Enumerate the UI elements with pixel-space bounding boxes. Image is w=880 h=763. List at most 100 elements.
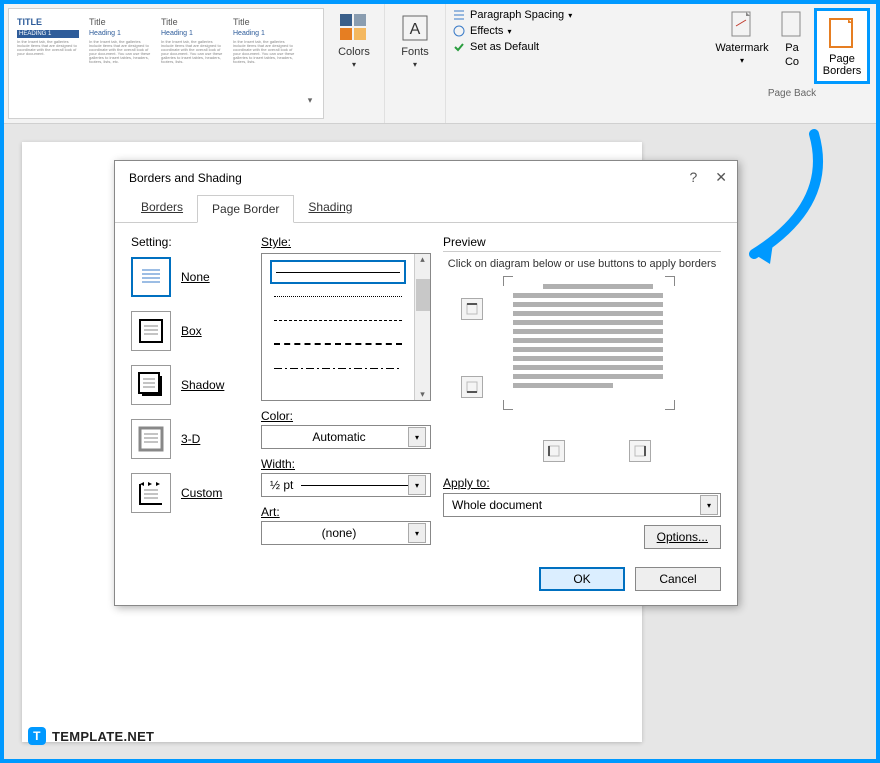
- document-formatting-gallery[interactable]: TITLE HEADING 1 In the Insert tab, the g…: [8, 8, 324, 119]
- page-color-icon: [776, 8, 808, 40]
- fonts-icon: A: [399, 12, 431, 44]
- setting-none-icon: [131, 257, 171, 297]
- art-select[interactable]: (none) ▾: [261, 521, 431, 545]
- preview-canvas[interactable]: [443, 280, 721, 470]
- preview-column: Preview Click on diagram below or use bu…: [443, 235, 721, 549]
- gallery-more-button[interactable]: ▾: [301, 15, 319, 112]
- style-list[interactable]: ▴ ▾: [261, 253, 431, 401]
- page-background-group-label: Page Back: [768, 88, 816, 99]
- color-label: Color:: [261, 409, 431, 423]
- border-left-button[interactable]: [543, 440, 565, 462]
- fonts-label: Fonts: [401, 46, 429, 58]
- preview-label: Preview: [443, 235, 721, 252]
- width-select[interactable]: ½ pt ▾: [261, 473, 431, 497]
- width-preview-line: [301, 485, 408, 486]
- chevron-down-icon: ▾: [568, 11, 572, 20]
- page-borders-icon: [824, 15, 860, 51]
- apply-to-row: Apply to: Whole document ▾: [443, 476, 721, 517]
- dialog-tabs: Borders Page Border Shading: [115, 194, 737, 223]
- svg-text:A: A: [410, 21, 421, 38]
- setting-none[interactable]: None: [131, 257, 249, 297]
- border-top-button[interactable]: [461, 298, 483, 320]
- setting-shadow[interactable]: Shadow: [131, 365, 249, 405]
- watermark-icon: [726, 8, 758, 40]
- style-dash-dot[interactable]: [270, 356, 406, 380]
- apply-to-label: Apply to:: [443, 476, 721, 490]
- check-icon: [452, 40, 466, 54]
- setting-box[interactable]: Box: [131, 311, 249, 351]
- style-thumb[interactable]: Title Heading 1 In the Insert tab, the g…: [157, 15, 227, 93]
- color-select[interactable]: Automatic ▾: [261, 425, 431, 449]
- preview-page[interactable]: [513, 284, 663, 404]
- document-formatting-options: Paragraph Spacing ▾ Effects ▾ Set as Def…: [446, 4, 578, 123]
- template-net-icon: T: [28, 727, 46, 745]
- style-thumb[interactable]: Title Heading 1 In the Insert tab, the g…: [229, 15, 299, 93]
- options-button[interactable]: Options...: [644, 525, 721, 549]
- paragraph-spacing-icon: [452, 8, 466, 22]
- page-color-button[interactable]: Pa Co: [776, 8, 808, 84]
- style-scrollbar[interactable]: ▴ ▾: [414, 254, 430, 400]
- fonts-group: A Fonts ▾: [385, 4, 446, 123]
- borders-and-shading-dialog: Borders and Shading ? ✕ Borders Page Bor…: [114, 160, 738, 606]
- dialog-title: Borders and Shading: [129, 171, 689, 185]
- template-net-watermark: T TEMPLATE.NET: [28, 727, 154, 745]
- setting-custom-icon: [131, 473, 171, 513]
- tab-shading[interactable]: Shading: [294, 194, 366, 222]
- chevron-down-icon: ▾: [408, 523, 426, 543]
- style-dotted[interactable]: [270, 284, 406, 308]
- page-background-group: Watermark ▾ Pa Co Page Borders Page Back: [708, 4, 876, 123]
- page-borders-button[interactable]: Page Borders: [814, 8, 870, 84]
- setting-3d[interactable]: 3-D: [131, 419, 249, 459]
- corner-mark: [503, 400, 513, 410]
- chevron-down-icon: ▾: [352, 60, 356, 69]
- effects-icon: [452, 24, 466, 38]
- ok-button[interactable]: OK: [539, 567, 625, 591]
- set-as-default-button[interactable]: Set as Default: [452, 40, 572, 54]
- chevron-down-icon: ▾: [700, 495, 718, 515]
- dialog-footer: OK Cancel: [115, 557, 737, 605]
- tab-page-border[interactable]: Page Border: [197, 195, 294, 223]
- tab-borders[interactable]: Borders: [127, 194, 197, 222]
- border-right-button[interactable]: [629, 440, 651, 462]
- art-field: Art: (none) ▾: [261, 505, 431, 545]
- corner-mark: [665, 400, 675, 410]
- close-button[interactable]: ✕: [715, 169, 727, 186]
- cancel-button[interactable]: Cancel: [635, 567, 721, 591]
- setting-custom[interactable]: Custom: [131, 473, 249, 513]
- colors-group: Colors ▾: [324, 4, 385, 123]
- fonts-button[interactable]: A Fonts ▾: [395, 10, 435, 71]
- effects-button[interactable]: Effects ▾: [452, 24, 572, 38]
- chevron-down-icon: ▾: [413, 60, 417, 69]
- width-field: Width: ½ pt ▾: [261, 457, 431, 497]
- chevron-down-icon: ▾: [408, 427, 426, 447]
- dialog-titlebar: Borders and Shading ? ✕: [115, 161, 737, 194]
- chevron-down-icon: ▾: [740, 56, 744, 65]
- ribbon: TITLE HEADING 1 In the Insert tab, the g…: [4, 4, 876, 124]
- colors-icon: [338, 12, 370, 44]
- style-dashed-fine[interactable]: [270, 308, 406, 332]
- preview-hint: Click on diagram below or use buttons to…: [443, 258, 721, 270]
- corner-mark: [503, 276, 513, 286]
- style-column: Style: ▴ ▾: [261, 235, 431, 549]
- scroll-down-icon[interactable]: ▾: [420, 389, 425, 400]
- style-dashed[interactable]: [270, 332, 406, 356]
- color-field: Color: Automatic ▾: [261, 409, 431, 449]
- art-label: Art:: [261, 505, 431, 519]
- style-thumb[interactable]: Title Heading 1 In the Insert tab, the g…: [85, 15, 155, 93]
- setting-shadow-icon: [131, 365, 171, 405]
- style-thumb[interactable]: TITLE HEADING 1 In the Insert tab, the g…: [13, 15, 83, 93]
- style-solid[interactable]: [270, 260, 406, 284]
- scroll-up-icon[interactable]: ▴: [420, 254, 425, 265]
- help-button[interactable]: ?: [689, 169, 697, 186]
- width-label: Width:: [261, 457, 431, 471]
- watermark-button[interactable]: Watermark ▾: [714, 8, 770, 84]
- border-bottom-button[interactable]: [461, 376, 483, 398]
- apply-to-select[interactable]: Whole document ▾: [443, 493, 721, 517]
- chevron-down-icon: ▾: [507, 27, 511, 36]
- corner-mark: [665, 276, 675, 286]
- colors-button[interactable]: Colors ▾: [334, 10, 374, 71]
- paragraph-spacing-button[interactable]: Paragraph Spacing ▾: [452, 8, 572, 22]
- colors-label: Colors: [338, 46, 370, 58]
- scrollbar-thumb[interactable]: [416, 279, 430, 311]
- setting-column: Setting: None Box Sh: [131, 235, 249, 549]
